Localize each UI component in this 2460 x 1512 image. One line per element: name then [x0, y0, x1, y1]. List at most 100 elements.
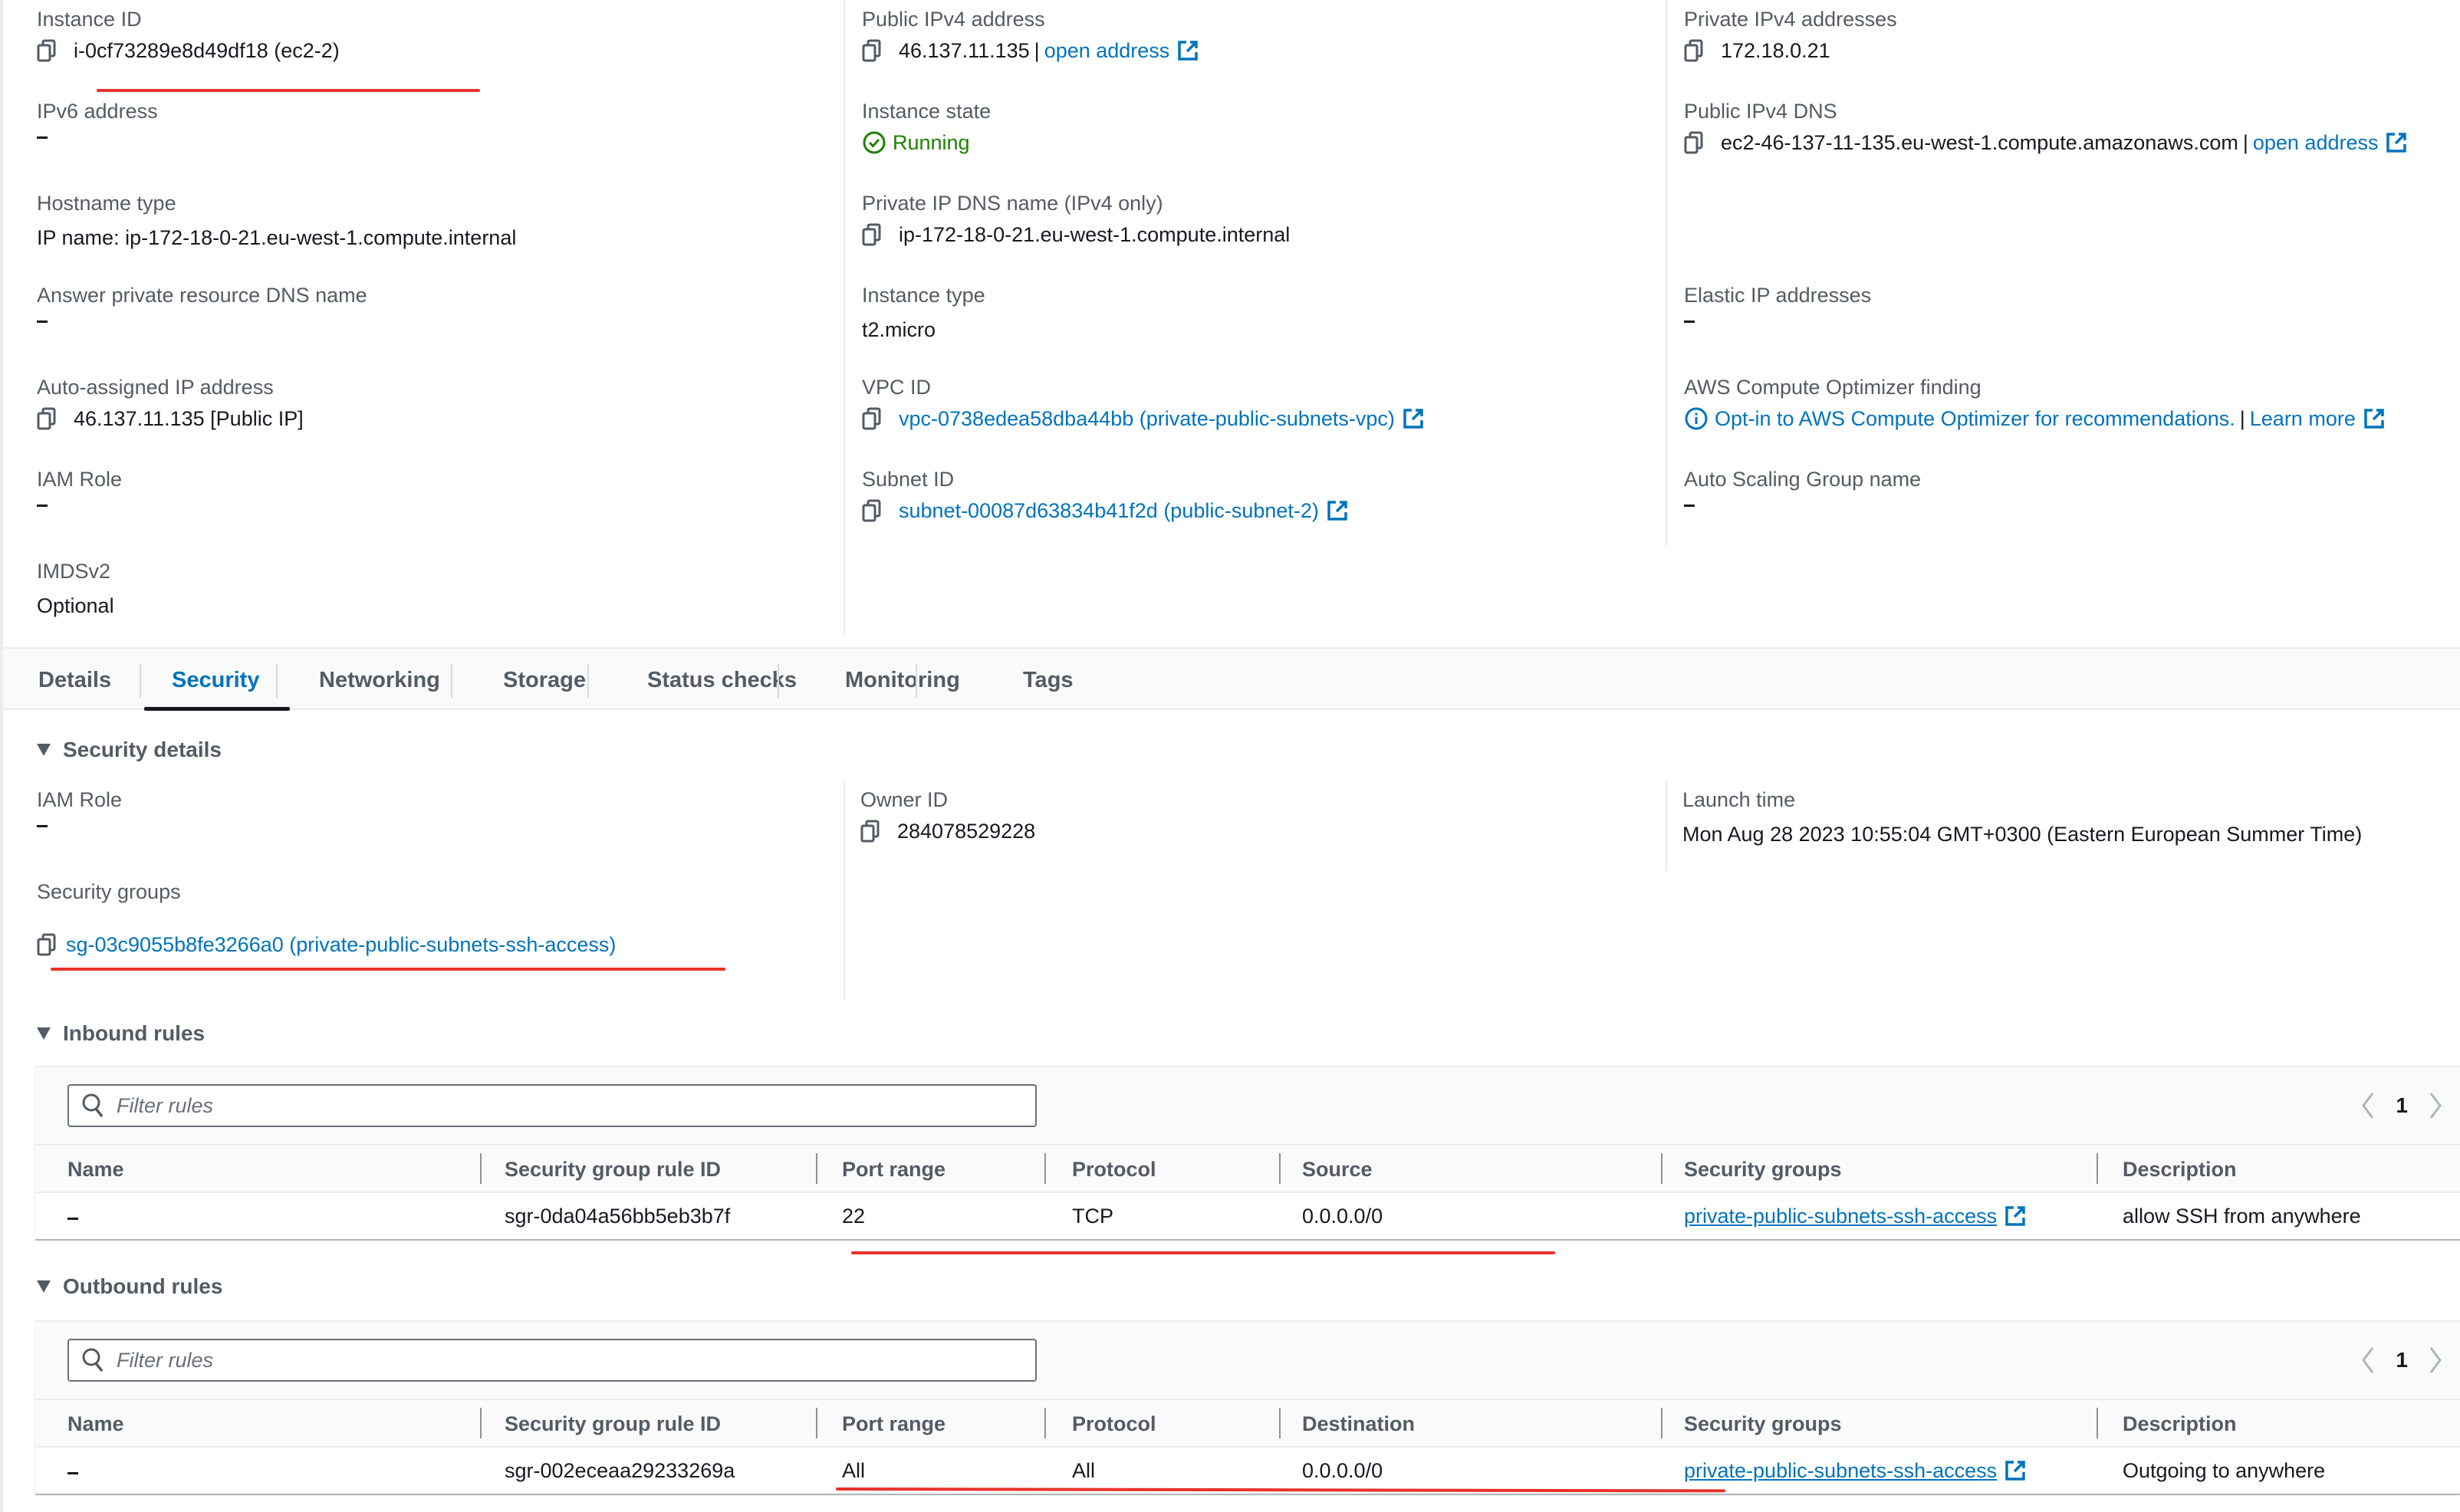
filter-rules-input[interactable] [117, 1348, 1021, 1372]
empty-value-dash [1684, 505, 1695, 507]
copy-icon[interactable] [862, 407, 882, 430]
private-ipv4-value: 172.18.0.21 [1721, 39, 1830, 62]
current-page[interactable]: 1 [2396, 1093, 2408, 1118]
column-header-security-groups[interactable]: Security groups [1684, 1155, 1842, 1184]
copy-icon[interactable] [860, 820, 880, 843]
column-header-rule-id[interactable]: Security group rule ID [505, 1155, 721, 1184]
column-resizer[interactable] [1044, 1153, 1046, 1184]
field-label: Hostname type [37, 192, 176, 215]
subnet-id-link[interactable]: subnet-00087d63834b41f2d (public-subnet-… [899, 497, 1319, 524]
column-header-rule-id[interactable]: Security group rule ID [505, 1409, 721, 1438]
external-link-icon[interactable] [2005, 1205, 2026, 1227]
column-resizer[interactable] [816, 1408, 817, 1438]
instance-state-value: Running [893, 131, 970, 154]
field-label: Subnet ID [862, 468, 955, 491]
column-header-protocol[interactable]: Protocol [1072, 1155, 1156, 1184]
compute-optimizer-opt-in-link[interactable]: Opt-in to AWS Compute Optimizer for reco… [1715, 405, 2235, 432]
section-title: Outbound rules [63, 1274, 223, 1298]
inbound-rules-toggle[interactable]: Inbound rules [37, 1020, 205, 1047]
column-resizer[interactable] [2097, 1408, 2098, 1438]
open-address-link[interactable]: open address [2253, 129, 2379, 156]
open-address-link[interactable]: open address [1044, 37, 1170, 64]
security-group-link[interactable]: sg-03c9055b8fe3266a0 (private-public-sub… [66, 931, 616, 958]
cell-rule-id: sgr-002eceaa29233269a [505, 1459, 735, 1482]
field-label: Private IPv4 addresses [1684, 8, 1897, 31]
tab-tags[interactable]: Tags [1023, 667, 1074, 693]
tab-security[interactable]: Security [172, 667, 259, 693]
next-page-button[interactable] [2428, 1091, 2445, 1120]
ipv6-value [37, 132, 834, 139]
column-resizer[interactable] [816, 1153, 817, 1184]
tab-status-checks[interactable]: Status checks [647, 667, 797, 693]
column-resizer[interactable] [1661, 1408, 1662, 1438]
column-header-security-groups[interactable]: Security groups [1684, 1409, 1842, 1438]
column-header-description[interactable]: Description [2123, 1409, 2237, 1438]
copy-icon[interactable] [37, 933, 57, 956]
field-imdsv2: IMDSv2 Optional [37, 558, 834, 620]
column-header-port-range[interactable]: Port range [842, 1155, 946, 1184]
security-group-link[interactable]: private-public-subnets-ssh-access [1684, 1202, 1997, 1230]
field-label: Auto Scaling Group name [1684, 468, 1922, 491]
launch-time-value: Mon Aug 28 2023 10:55:04 GMT+0300 (Easte… [1682, 823, 2363, 846]
tab-divider [916, 664, 917, 698]
previous-page-button[interactable] [2359, 1091, 2376, 1120]
outbound-rules-toggle[interactable]: Outbound rules [37, 1273, 222, 1300]
column-resizer[interactable] [2097, 1153, 2098, 1184]
column-resizer[interactable] [480, 1153, 482, 1184]
field-auto-assigned-ip: Auto-assigned IP address 46.137.11.135 [… [37, 374, 834, 432]
annotation-underline [97, 89, 480, 92]
column-header-protocol[interactable]: Protocol [1072, 1409, 1156, 1438]
security-details-toggle[interactable]: Security details [37, 736, 222, 764]
column-resizer[interactable] [1044, 1408, 1046, 1438]
copy-icon[interactable] [37, 407, 57, 430]
filter-rules-input[interactable] [117, 1093, 1021, 1118]
column-resizer[interactable] [1279, 1153, 1281, 1184]
current-page[interactable]: 1 [2396, 1348, 2408, 1372]
next-page-button[interactable] [2428, 1346, 2445, 1375]
tab-divider [276, 664, 278, 698]
copy-icon[interactable] [37, 39, 57, 62]
copy-icon[interactable] [1684, 131, 1704, 154]
caret-down-icon [37, 1027, 51, 1040]
cell-rule-id: sgr-0da04a56bb5eb3b7f [505, 1205, 731, 1228]
column-header-description[interactable]: Description [2123, 1155, 2237, 1184]
column-header-destination[interactable]: Destination [1302, 1409, 1415, 1438]
vpc-id-link[interactable]: vpc-0738edea58dba44bb (private-public-su… [899, 405, 1395, 432]
field-label: Auto-assigned IP address [37, 376, 274, 399]
cell-name [67, 1457, 78, 1484]
separator: | [1034, 39, 1040, 62]
column-header-name[interactable]: Name [67, 1155, 124, 1184]
private-ip-dns-value: ip-172-18-0-21.eu-west-1.compute.interna… [899, 223, 1291, 246]
tab-details[interactable]: Details [38, 667, 111, 693]
tab-monitoring[interactable]: Monitoring [845, 667, 960, 693]
column-resizer[interactable] [1661, 1153, 1662, 1184]
external-link-icon[interactable] [2386, 132, 2407, 153]
external-link-icon[interactable] [1403, 408, 1424, 429]
tab-storage[interactable]: Storage [503, 667, 586, 693]
hostname-type-value: IP name: ip-172-18-0-21.eu-west-1.comput… [37, 226, 517, 249]
external-link-icon[interactable] [1177, 40, 1199, 61]
external-link-icon[interactable] [2363, 408, 2385, 429]
copy-icon[interactable] [1684, 39, 1704, 62]
column-header-port-range[interactable]: Port range [842, 1409, 946, 1438]
external-link-icon[interactable] [2005, 1460, 2026, 1481]
field-label: Instance state [862, 100, 992, 123]
copy-icon[interactable] [862, 223, 882, 246]
column-resizer[interactable] [480, 1408, 482, 1438]
external-link-icon[interactable] [1327, 500, 1348, 521]
column-resizer[interactable] [1279, 1408, 1281, 1438]
previous-page-button[interactable] [2359, 1346, 2376, 1375]
tab-networking[interactable]: Networking [319, 667, 440, 693]
field-subnet-id: Subnet ID subnet-00087d63834b41f2d (publ… [862, 466, 1673, 524]
iam-role-value [37, 500, 834, 507]
field-hostname-type: Hostname type IP name: ip-172-18-0-21.eu… [37, 190, 834, 251]
copy-icon[interactable] [862, 39, 882, 62]
cell-protocol: All [1072, 1459, 1096, 1482]
column-header-source[interactable]: Source [1302, 1155, 1373, 1184]
empty-value-dash [37, 505, 48, 507]
elastic-ip-value [1684, 316, 2460, 323]
column-header-name[interactable]: Name [67, 1409, 124, 1438]
security-group-link[interactable]: private-public-subnets-ssh-access [1684, 1457, 1997, 1484]
learn-more-link[interactable]: Learn more [2250, 405, 2356, 432]
copy-icon[interactable] [862, 499, 882, 522]
